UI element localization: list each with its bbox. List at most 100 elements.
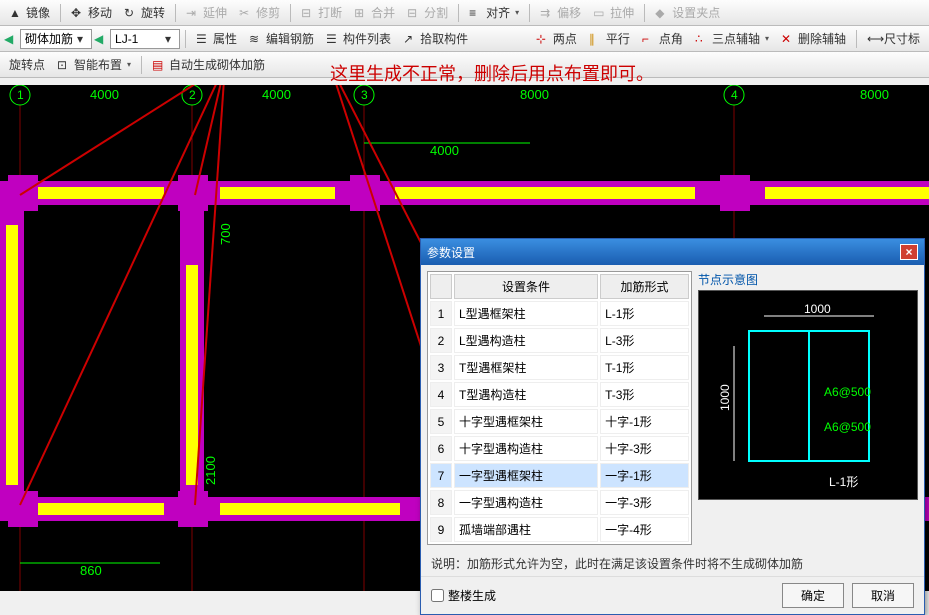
rebar-icon: ≋ bbox=[249, 32, 263, 46]
row-condition: T型遇框架柱 bbox=[454, 355, 598, 380]
cancel-button[interactable]: 取消 bbox=[852, 583, 914, 608]
row-num: 4 bbox=[430, 382, 452, 407]
trim-icon: ✂ bbox=[239, 6, 253, 20]
table-row[interactable]: 9 孤墙端部遇柱 一字-4形 bbox=[430, 517, 689, 542]
svg-text:4000: 4000 bbox=[430, 143, 459, 158]
merge-button[interactable]: ⊞合并 bbox=[349, 2, 400, 23]
property-button[interactable]: ☰属性 bbox=[191, 28, 242, 49]
preview-panel: 节点示意图 1000 1000 A6@500 A6@500 L-1形 bbox=[698, 271, 918, 545]
row-condition: 一字型遇构造柱 bbox=[454, 490, 598, 515]
auto-gen-icon: ▤ bbox=[152, 58, 166, 72]
pick-member-button[interactable]: ↗拾取构件 bbox=[398, 28, 473, 49]
svg-text:3: 3 bbox=[361, 88, 368, 102]
row-form: T-1形 bbox=[600, 355, 689, 380]
smart-layout-button[interactable]: ⊡智能布置 bbox=[52, 54, 136, 75]
col-condition: 设置条件 bbox=[454, 274, 598, 299]
table-row[interactable]: 7 一字型遇框架柱 一字-1形 bbox=[430, 463, 689, 488]
grip-icon: ◆ bbox=[655, 6, 669, 20]
row-num: 5 bbox=[430, 409, 452, 434]
dialog-title: 参数设置 bbox=[427, 244, 475, 261]
del-aux-button[interactable]: ✕删除辅轴 bbox=[776, 28, 851, 49]
row-num: 8 bbox=[430, 490, 452, 515]
dim-button[interactable]: ⟷尺寸标 bbox=[862, 28, 925, 49]
row-condition: L型遇构造柱 bbox=[454, 328, 598, 353]
table-row[interactable]: 6 十字型遇构造柱 十字-3形 bbox=[430, 436, 689, 461]
svg-text:700: 700 bbox=[218, 223, 233, 245]
offset-button[interactable]: ⇉偏移 bbox=[535, 2, 586, 23]
nav-left-icon-2[interactable]: ◀ bbox=[94, 32, 108, 46]
close-icon[interactable]: × bbox=[900, 244, 918, 260]
table-row[interactable]: 5 十字型遇框架柱 十字-1形 bbox=[430, 409, 689, 434]
row-form: L-1形 bbox=[600, 301, 689, 326]
toolbar-member: ◀ 砌体加筋 ◀ LJ-1 ☰属性 ≋编辑钢筋 ☰构件列表 ↗拾取构件 ⊹两点 … bbox=[0, 26, 929, 52]
row-condition: T型遇构造柱 bbox=[454, 382, 598, 407]
row-condition: 十字型遇构造柱 bbox=[454, 436, 598, 461]
del-aux-icon: ✕ bbox=[781, 32, 795, 46]
table-row[interactable]: 2 L型遇构造柱 L-3形 bbox=[430, 328, 689, 353]
rotate-icon: ↻ bbox=[124, 6, 138, 20]
move-button[interactable]: ✥移动 bbox=[66, 2, 117, 23]
offset-icon: ⇉ bbox=[540, 6, 554, 20]
row-condition: 一字型遇框架柱 bbox=[454, 463, 598, 488]
svg-text:L-1形: L-1形 bbox=[829, 475, 858, 489]
extend-icon: ⇥ bbox=[186, 6, 200, 20]
auto-gen-button[interactable]: ▤自动生成砌体加筋 bbox=[147, 54, 270, 75]
rot-point-button[interactable]: 旋转点 bbox=[4, 54, 50, 75]
stretch-icon: ▭ bbox=[593, 6, 607, 20]
stretch-button[interactable]: ▭拉伸 bbox=[588, 2, 639, 23]
mirror-icon: ▲ bbox=[9, 6, 23, 20]
row-form: L-3形 bbox=[600, 328, 689, 353]
param-table[interactable]: 设置条件 加筋形式 1 L型遇框架柱 L-1形2 L型遇构造柱 L-3形3 T型… bbox=[427, 271, 692, 545]
set-grip-button[interactable]: ◆设置夹点 bbox=[650, 2, 725, 23]
edit-rebar-button[interactable]: ≋编辑钢筋 bbox=[244, 28, 319, 49]
three-aux-icon: ∴ bbox=[695, 32, 709, 46]
row-form: 十字-3形 bbox=[600, 436, 689, 461]
trim-button[interactable]: ✂修剪 bbox=[234, 2, 285, 23]
three-aux-button[interactable]: ∴三点辅轴 bbox=[690, 28, 774, 49]
svg-text:4000: 4000 bbox=[90, 87, 119, 102]
break-button[interactable]: ⊟打断 bbox=[296, 2, 347, 23]
svg-text:1000: 1000 bbox=[804, 302, 831, 316]
table-row[interactable]: 4 T型遇构造柱 T-3形 bbox=[430, 382, 689, 407]
extend-button[interactable]: ⇥延伸 bbox=[181, 2, 232, 23]
svg-text:8000: 8000 bbox=[860, 87, 889, 102]
property-icon: ☰ bbox=[196, 32, 210, 46]
item-dropdown[interactable]: LJ-1 bbox=[110, 29, 180, 49]
two-points-icon: ⊹ bbox=[536, 32, 550, 46]
list-icon: ☰ bbox=[326, 32, 340, 46]
mirror-button[interactable]: ▲镜像 bbox=[4, 2, 55, 23]
row-condition: 孤墙端部遇柱 bbox=[454, 517, 598, 542]
split-button[interactable]: ⊟分割 bbox=[402, 2, 453, 23]
two-points-button[interactable]: ⊹两点 bbox=[531, 28, 582, 49]
row-form: 一字-3形 bbox=[600, 490, 689, 515]
svg-text:2100: 2100 bbox=[203, 456, 218, 485]
rotate-button[interactable]: ↻旋转 bbox=[119, 2, 170, 23]
break-icon: ⊟ bbox=[301, 6, 315, 20]
row-form: 一字-4形 bbox=[600, 517, 689, 542]
ok-button[interactable]: 确定 bbox=[782, 583, 844, 608]
dialog-titlebar[interactable]: 参数设置 × bbox=[421, 239, 924, 265]
dialog-explain: 说明：加筋形式允许为空，此时在满足该设置条件时将不生成砌体加筋 bbox=[421, 551, 924, 576]
parallel-button[interactable]: ∥平行 bbox=[584, 28, 635, 49]
param-dialog: 参数设置 × 设置条件 加筋形式 1 L型遇框架柱 L-1形2 L型遇构造柱 L… bbox=[420, 238, 925, 615]
corner-icon: ⌐ bbox=[642, 32, 656, 46]
row-num: 1 bbox=[430, 301, 452, 326]
svg-text:4: 4 bbox=[731, 88, 738, 102]
table-row[interactable]: 3 T型遇框架柱 T-1形 bbox=[430, 355, 689, 380]
dim-icon: ⟷ bbox=[867, 32, 881, 46]
row-form: 一字-1形 bbox=[600, 463, 689, 488]
table-row[interactable]: 1 L型遇框架柱 L-1形 bbox=[430, 301, 689, 326]
corner-button[interactable]: ⌐点角 bbox=[637, 28, 688, 49]
row-form: T-3形 bbox=[600, 382, 689, 407]
svg-text:A6@500: A6@500 bbox=[824, 420, 871, 434]
row-num: 3 bbox=[430, 355, 452, 380]
whole-floor-checkbox[interactable]: 整楼生成 bbox=[431, 587, 496, 604]
table-row[interactable]: 8 一字型遇构造柱 一字-3形 bbox=[430, 490, 689, 515]
category-dropdown[interactable]: 砌体加筋 bbox=[20, 29, 92, 49]
col-form: 加筋形式 bbox=[600, 274, 689, 299]
svg-text:4000: 4000 bbox=[262, 87, 291, 102]
member-list-button[interactable]: ☰构件列表 bbox=[321, 28, 396, 49]
align-button[interactable]: ≡对齐 bbox=[464, 2, 524, 23]
split-icon: ⊟ bbox=[407, 6, 421, 20]
nav-left-icon[interactable]: ◀ bbox=[4, 32, 18, 46]
